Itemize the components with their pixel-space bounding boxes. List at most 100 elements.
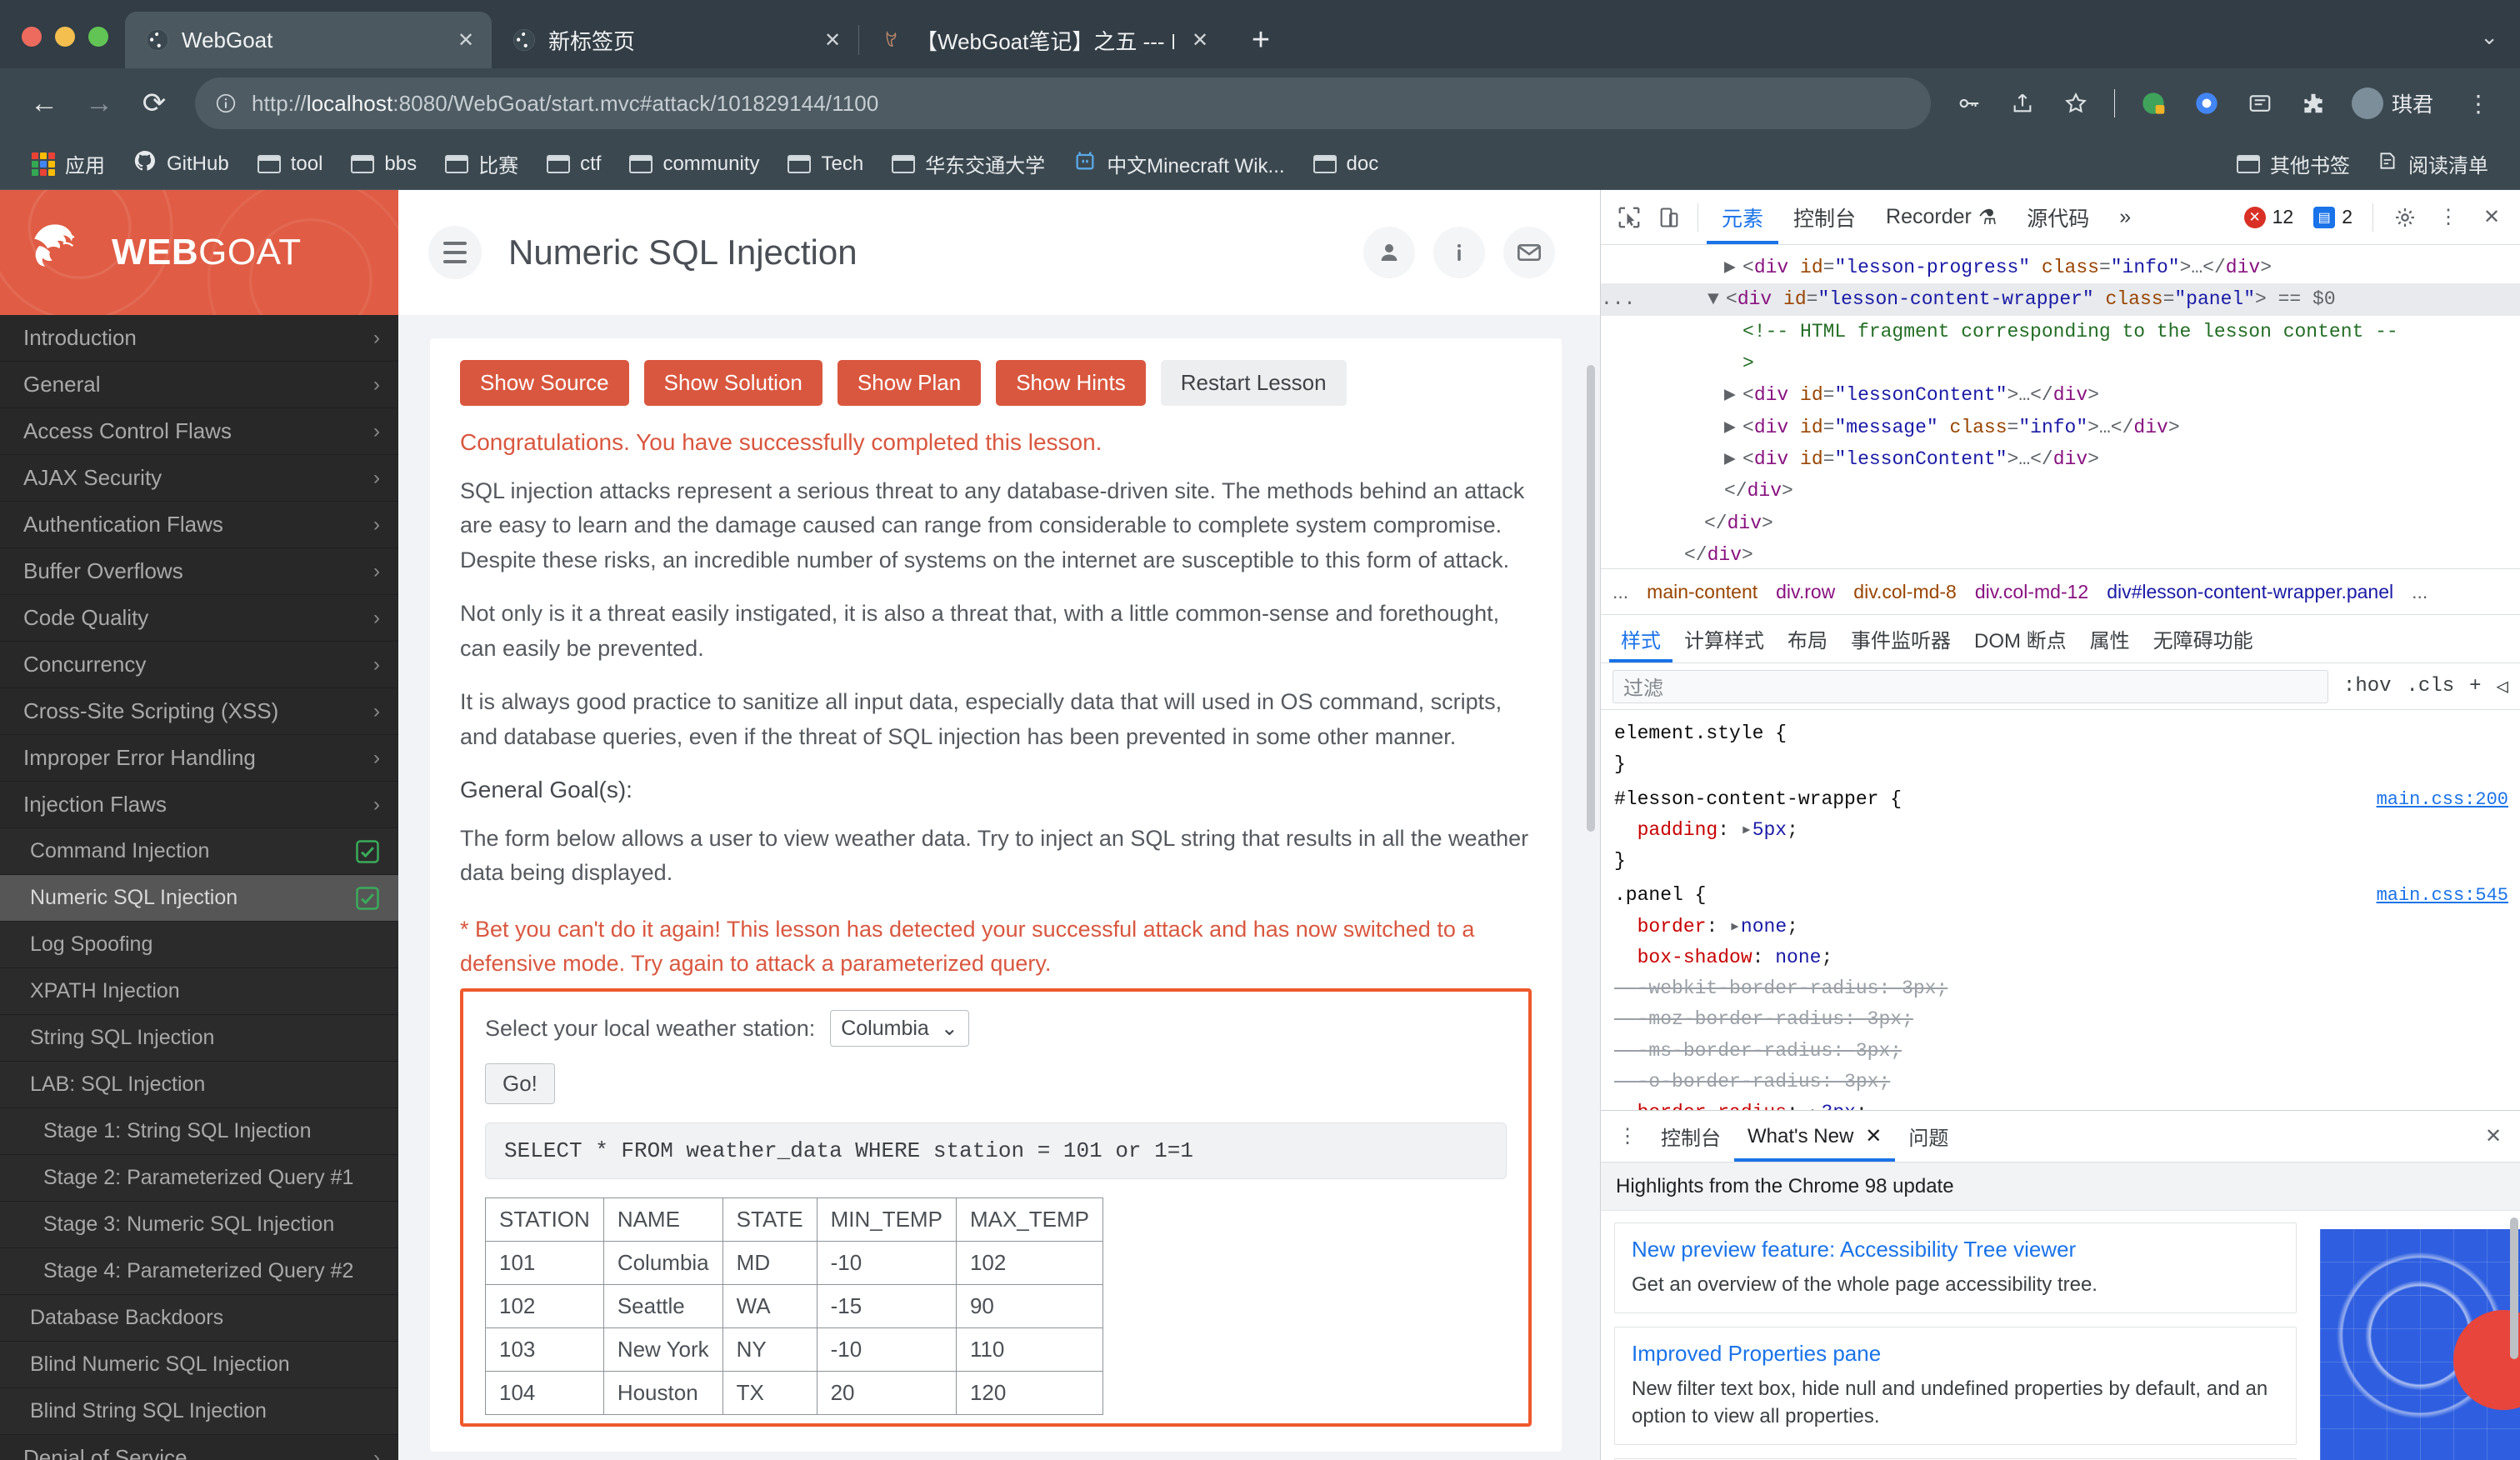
style-rule-lesson-content-wrapper[interactable]: main.css:200 #lesson-content-wrapper { p… bbox=[1601, 782, 2520, 879]
whats-new-card[interactable]: New preview feature: Accessibility Tree … bbox=[1614, 1222, 2297, 1313]
address-bar[interactable]: http://localhost:8080/WebGoat/start.mvc#… bbox=[195, 78, 1931, 129]
cls-button[interactable]: .cls bbox=[2407, 675, 2455, 698]
drawer-menu-button[interactable]: ⋮ bbox=[1608, 1117, 1648, 1157]
close-devtools-button[interactable]: ✕ bbox=[2472, 198, 2512, 238]
drawer-scrollbar[interactable] bbox=[2510, 1218, 2518, 1359]
close-window-button[interactable] bbox=[22, 27, 42, 47]
tab-recorder[interactable]: Recorder ⚗ bbox=[1871, 191, 2012, 244]
forward-button[interactable]: → bbox=[73, 78, 125, 129]
sidebar-item-code-quality[interactable]: Code Quality › bbox=[0, 595, 398, 642]
sidebar-item-improper-error-handling[interactable]: Improper Error Handling › bbox=[0, 735, 398, 782]
sidebar-item-numeric-sql-injection[interactable]: Numeric SQL Injection bbox=[0, 875, 398, 922]
filter-input[interactable]: 过滤 bbox=[1612, 669, 2328, 703]
expand-triangle-icon[interactable]: ▸ bbox=[1741, 819, 1752, 841]
tab-layout[interactable]: 布局 bbox=[1776, 616, 1839, 662]
tab-properties[interactable]: 属性 bbox=[2078, 616, 2142, 662]
sidebar-item-authentication-flaws[interactable]: Authentication Flaws › bbox=[0, 502, 398, 548]
card-title-link[interactable]: Improved Properties pane bbox=[1632, 1341, 2279, 1367]
close-tab-button[interactable]: ✕ bbox=[452, 26, 480, 54]
maximize-window-button[interactable] bbox=[88, 27, 108, 47]
style-rule-panel-main[interactable]: main.css:545 .panel { border: ▸none; box… bbox=[1601, 878, 2520, 1110]
breadcrumb-item[interactable]: div.row bbox=[1776, 581, 1835, 603]
bookmark-tool[interactable]: tool bbox=[246, 148, 335, 181]
sidebar-item-command-injection[interactable]: Command Injection bbox=[0, 828, 398, 875]
hov-button[interactable]: :hov bbox=[2343, 675, 2392, 698]
tab-accessibility[interactable]: 无障碍功能 bbox=[2142, 616, 2265, 662]
minimize-window-button[interactable] bbox=[55, 27, 75, 47]
new-style-rule-button[interactable]: + bbox=[2469, 675, 2481, 698]
key-icon[interactable] bbox=[1946, 80, 1992, 127]
rule-declaration-overridden[interactable]: -webkit-border-radius: 3px; bbox=[1614, 973, 2507, 1004]
new-tab-button[interactable]: + bbox=[1236, 15, 1286, 65]
mail-icon[interactable] bbox=[1503, 227, 1555, 278]
sidebar-item-blind-string-sql-injection[interactable]: Blind String SQL Injection bbox=[0, 1388, 398, 1435]
rule-declaration[interactable]: padding: ▸5px; bbox=[1614, 815, 2507, 846]
expand-triangle-icon[interactable]: ▶ bbox=[1724, 444, 1742, 474]
bookmark-apps[interactable]: 应用 bbox=[20, 144, 117, 183]
tab-console[interactable]: 控制台 bbox=[1778, 191, 1871, 244]
user-icon[interactable] bbox=[1363, 227, 1415, 278]
sidebar-item-stage-3[interactable]: Stage 3: Numeric SQL Injection bbox=[0, 1202, 398, 1248]
bookmark-doc[interactable]: doc bbox=[1302, 148, 1391, 181]
profile-button[interactable]: 琪君 bbox=[2343, 81, 2448, 126]
show-solution-button[interactable]: Show Solution bbox=[643, 360, 822, 406]
rule-declaration-overridden[interactable]: -ms-border-radius: 3px; bbox=[1614, 1036, 2507, 1067]
info-icon[interactable] bbox=[1433, 227, 1485, 278]
sidebar-toggle-button[interactable]: ◁ bbox=[2497, 674, 2508, 699]
bookmark-community[interactable]: community bbox=[618, 148, 771, 181]
tab-computed[interactable]: 计算样式 bbox=[1672, 616, 1776, 662]
breadcrumb-item[interactable]: main-content bbox=[1647, 581, 1758, 603]
more-tabs-button[interactable]: » bbox=[2104, 191, 2146, 244]
show-hints-button[interactable]: Show Hints bbox=[996, 360, 1146, 406]
sidebar-item-log-spoofing[interactable]: Log Spoofing bbox=[0, 922, 398, 968]
tab-styles[interactable]: 样式 bbox=[1609, 616, 1672, 662]
other-bookmarks-button[interactable]: 其他书签 bbox=[2225, 144, 2362, 183]
bookmark-ctf[interactable]: ctf bbox=[535, 148, 612, 181]
sidebar-item-stage-2[interactable]: Stage 2: Parameterized Query #1 bbox=[0, 1155, 398, 1202]
expand-triangle-icon[interactable]: ▸ bbox=[1729, 916, 1741, 938]
tab-elements[interactable]: 元素 bbox=[1707, 191, 1778, 244]
chevron-down-icon[interactable]: ⌄ bbox=[2480, 24, 2498, 50]
webgoat-brand[interactable]: WEBGOAT bbox=[0, 190, 398, 315]
tab-event-listeners[interactable]: 事件监听器 bbox=[1839, 616, 1962, 662]
show-plan-button[interactable]: Show Plan bbox=[837, 360, 982, 406]
reader-icon[interactable] bbox=[2237, 80, 2283, 127]
sidebar-item-cross-site-scripting[interactable]: Cross-Site Scripting (XSS) › bbox=[0, 688, 398, 735]
browser-tab-notes[interactable]: 【WebGoat笔记】之五 --- Injec ✕ bbox=[859, 12, 1226, 68]
whats-new-card[interactable]: Improved Properties pane New filter text… bbox=[1614, 1326, 2297, 1445]
dom-line[interactable]: ▶ <div id="lessonContent">…</div> bbox=[1601, 443, 2520, 475]
bookmark-contest[interactable]: 比赛 bbox=[433, 144, 530, 183]
tab-sources[interactable]: 源代码 bbox=[2012, 191, 2104, 244]
error-count-badge[interactable]: ✕ 12 bbox=[2236, 204, 2302, 230]
sidebar-item-xpath-injection[interactable]: XPATH Injection bbox=[0, 968, 398, 1015]
expand-triangle-icon[interactable]: ▸ bbox=[1810, 1102, 1822, 1110]
gear-icon[interactable] bbox=[2385, 198, 2425, 238]
breadcrumb-overflow-right[interactable]: ... bbox=[2412, 581, 2428, 603]
sidebar-item-concurrency[interactable]: Concurrency › bbox=[0, 642, 398, 688]
puzzle-icon[interactable] bbox=[2290, 80, 2337, 127]
rule-declaration[interactable]: border-radius: ▸3px; bbox=[1614, 1098, 2507, 1110]
star-icon[interactable] bbox=[2052, 80, 2099, 127]
sidebar-item-denial-of-service[interactable]: Denial of Service › bbox=[0, 1435, 398, 1460]
drawer-tab-console[interactable]: 控制台 bbox=[1648, 1112, 1734, 1162]
rule-declaration-overridden[interactable]: -moz-border-radius: 3px; bbox=[1614, 1004, 2507, 1035]
style-rule-element-style[interactable]: element.style { } bbox=[1601, 717, 2520, 782]
bookmark-minecraft-wiki[interactable]: 中文Minecraft Wik... bbox=[1062, 144, 1296, 183]
expand-triangle-icon[interactable]: ▶ bbox=[1724, 380, 1742, 410]
sidebar-item-access-control-flaws[interactable]: Access Control Flaws › bbox=[0, 408, 398, 455]
sidebar-item-introduction[interactable]: Introduction › bbox=[0, 315, 398, 362]
close-tab-button[interactable]: ✕ bbox=[818, 26, 847, 54]
rule-declaration[interactable]: border: ▸none; bbox=[1614, 912, 2507, 942]
device-toolbar-icon[interactable] bbox=[1649, 198, 1689, 238]
share-icon[interactable] bbox=[1999, 80, 2046, 127]
dom-line-selected[interactable]: ... ▼ <div id="lesson-content-wrapper" cla… bbox=[1601, 283, 2520, 316]
browser-tab-webgoat[interactable]: WebGoat ✕ bbox=[125, 12, 492, 68]
expand-triangle-icon[interactable]: ▶ bbox=[1724, 252, 1742, 282]
expand-triangle-icon[interactable]: ▶ bbox=[1724, 412, 1742, 442]
menu-icon[interactable] bbox=[428, 226, 482, 279]
info-circle-icon[interactable] bbox=[213, 92, 238, 114]
sidebar-item-database-backdoors[interactable]: Database Backdoors bbox=[0, 1295, 398, 1342]
back-button[interactable]: ← bbox=[18, 78, 70, 129]
dom-line[interactable]: ▶ <div id="lesson-progress" class="info">… bbox=[1601, 252, 2520, 283]
tab-dom-breakpoints[interactable]: DOM 断点 bbox=[1962, 616, 2078, 662]
